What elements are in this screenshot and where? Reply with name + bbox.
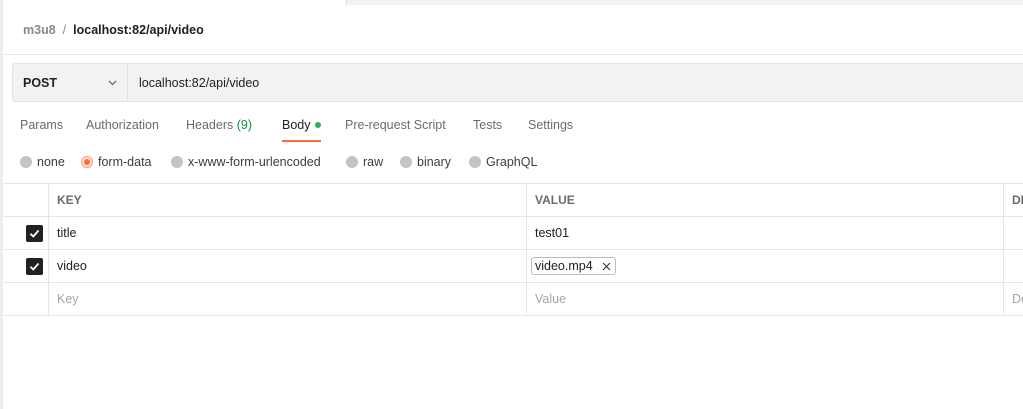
radio-raw[interactable]: raw xyxy=(346,155,383,169)
tab-params[interactable]: Params xyxy=(20,118,63,142)
tab-body[interactable]: Body xyxy=(282,118,321,142)
tab-tests[interactable]: Tests xyxy=(473,118,502,142)
body-indicator-dot xyxy=(314,121,321,128)
tab-authorization[interactable]: Authorization xyxy=(86,118,159,142)
close-icon[interactable] xyxy=(602,262,611,271)
tab-label: Tests xyxy=(473,118,503,132)
radio-x-www-form-urlencoded[interactable]: x-www-form-urlencoded xyxy=(171,155,321,169)
tab-pre-request-script[interactable]: Pre-request Script xyxy=(345,118,446,142)
breadcrumb-separator: / xyxy=(62,23,67,37)
header-divider xyxy=(3,54,1023,55)
headers-count: (9) xyxy=(236,118,253,132)
method-select[interactable]: POST xyxy=(13,64,128,101)
table-row: title test01 xyxy=(3,217,1023,250)
file-chip: video.mp4 xyxy=(531,257,616,275)
table-row-new: Key Value De xyxy=(3,283,1023,316)
column-header-value: VALUE xyxy=(535,193,575,207)
description-cell[interactable] xyxy=(1012,250,1023,282)
tab-label: Settings xyxy=(528,118,574,132)
value-cell[interactable]: test01 xyxy=(535,217,569,249)
value-cell: video.mp4 xyxy=(531,250,616,282)
table-row: video video.mp4 xyxy=(3,250,1023,283)
form-data-table: KEY VALUE DE title test01 video xyxy=(3,183,1023,316)
key-input-placeholder[interactable]: Key xyxy=(57,283,79,315)
description-input-placeholder[interactable]: De xyxy=(1012,283,1023,315)
key-cell[interactable]: video xyxy=(57,250,87,282)
column-header-description: DE xyxy=(1012,193,1023,207)
tab-settings[interactable]: Settings xyxy=(528,118,573,142)
radio-circle-selected xyxy=(81,156,93,168)
radio-label: raw xyxy=(363,155,384,169)
tab-label: Pre-request Script xyxy=(345,118,446,132)
radio-label: form-data xyxy=(98,155,152,169)
checkmark-icon xyxy=(29,262,40,271)
breadcrumb: m3u8 / localhost:82/api/video xyxy=(23,22,204,38)
breadcrumb-collection[interactable]: m3u8 xyxy=(23,23,56,37)
file-name: video.mp4 xyxy=(535,259,593,273)
tab-label: Params xyxy=(20,118,64,132)
radio-circle xyxy=(20,156,32,168)
method-label: POST xyxy=(23,75,58,90)
tab-label: Authorization xyxy=(86,118,159,132)
row-enabled-checkbox[interactable] xyxy=(26,225,43,242)
tab-label: Body xyxy=(282,118,311,132)
radio-circle xyxy=(400,156,412,168)
radio-form-data[interactable]: form-data xyxy=(81,155,152,169)
postman-request-editor: m3u8 / localhost:82/api/video POST local… xyxy=(0,0,1023,409)
radio-circle xyxy=(171,156,183,168)
radio-label: GraphQL xyxy=(486,155,538,169)
radio-none[interactable]: none xyxy=(20,155,65,169)
breadcrumb-request-name[interactable]: localhost:82/api/video xyxy=(73,23,204,37)
radio-circle xyxy=(469,156,481,168)
radio-circle xyxy=(346,156,358,168)
radio-graphql[interactable]: GraphQL xyxy=(469,155,537,169)
active-tab-underline xyxy=(282,140,321,142)
request-url-bar: POST localhost:82/api/video xyxy=(12,63,1023,102)
key-cell[interactable]: title xyxy=(57,217,76,249)
radio-label: binary xyxy=(417,155,452,169)
tab-label: Headers xyxy=(186,118,234,132)
radio-binary[interactable]: binary xyxy=(400,155,451,169)
row-enabled-checkbox[interactable] xyxy=(26,258,43,275)
table-header-row: KEY VALUE DE xyxy=(3,184,1023,217)
checkmark-icon xyxy=(29,229,40,238)
chevron-down-icon xyxy=(108,80,117,86)
column-header-key: KEY xyxy=(57,193,82,207)
tab-headers[interactable]: Headers (9) xyxy=(186,118,252,142)
radio-label: none xyxy=(37,155,65,169)
radio-label: x-www-form-urlencoded xyxy=(188,155,321,169)
value-input-placeholder[interactable]: Value xyxy=(535,283,566,315)
description-cell[interactable] xyxy=(1012,217,1023,249)
url-input[interactable]: localhost:82/api/video xyxy=(139,64,259,101)
request-tab[interactable] xyxy=(3,0,347,6)
